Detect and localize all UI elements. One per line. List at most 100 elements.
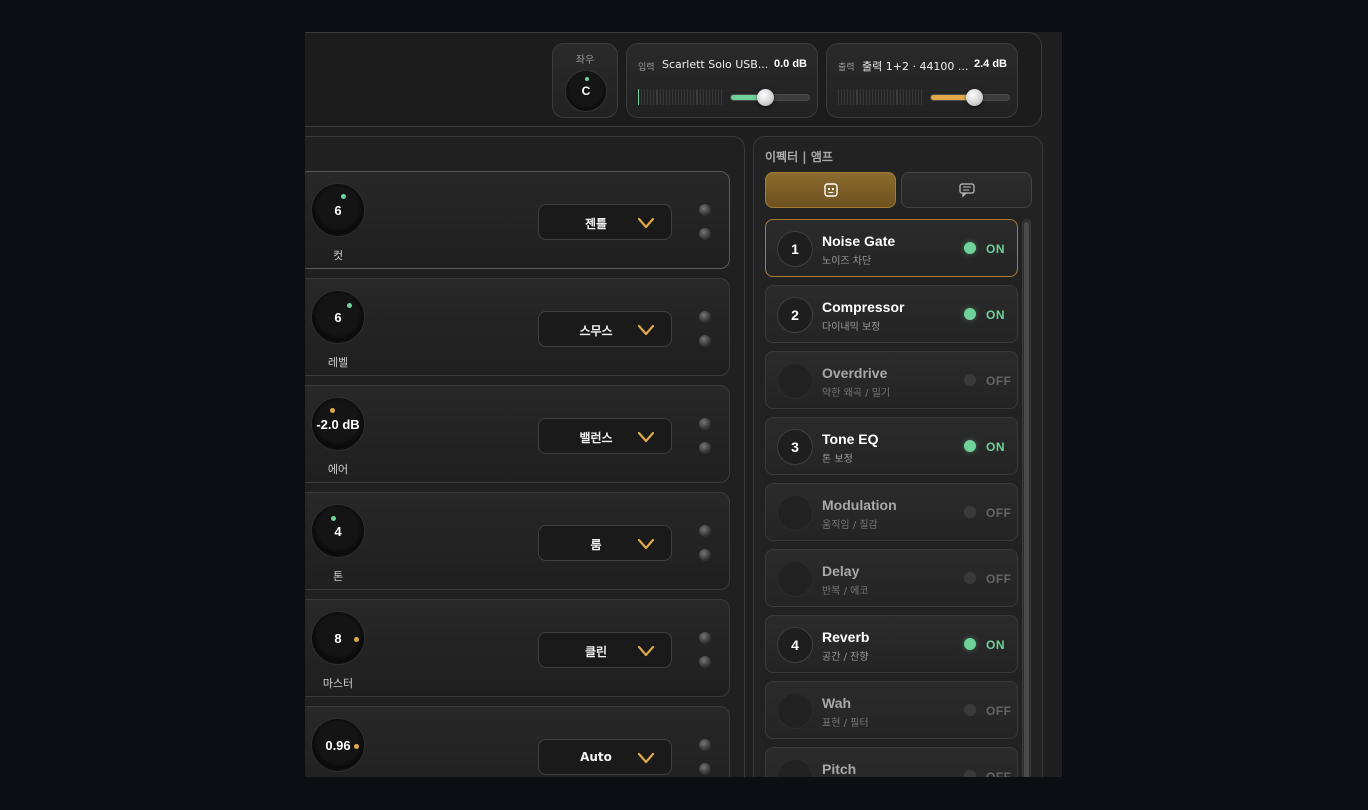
effect-toggle-led[interactable] [964,638,976,650]
control-select[interactable]: 룸 [538,525,672,561]
meter-bar [674,89,677,105]
effect-item-overdrive[interactable]: Overdrive 약한 왜곡 / 밀기 OFF [765,351,1018,409]
effects-scrollbar[interactable] [1022,219,1031,777]
effect-item-tone-eq[interactable]: 3 Tone EQ 톤 보정 ON [765,417,1018,475]
control-select[interactable]: 클린 [538,632,672,668]
output-gain-slider[interactable] [930,89,1010,106]
input-gain-slider[interactable] [730,89,810,106]
control-knob[interactable]: 6 [311,290,365,344]
meter-bar [668,89,670,105]
control-knob[interactable]: 0.96 [311,718,365,772]
chevron-down-icon [637,217,655,229]
control-knob[interactable]: 8 [311,611,365,665]
control-row: 0.96 Auto [305,706,730,777]
control-knob[interactable]: 4 [311,504,365,558]
control-select[interactable]: Auto [538,739,672,775]
meter-bar [705,89,707,105]
input-slider-thumb[interactable] [757,89,775,106]
effect-item-delay[interactable]: Delay 반복 / 에코 OFF [765,549,1018,607]
effect-item-modulation[interactable]: Modulation 움직임 / 질감 OFF [765,483,1018,541]
meter-bar [847,89,849,105]
effect-order: 4 [777,627,813,663]
control-knob[interactable]: 6 [311,183,365,237]
meter-bar [893,89,895,105]
status-led [699,418,711,430]
knob-indicator [354,637,359,642]
meter-bar [902,89,904,105]
effect-toggle-led[interactable] [964,440,976,452]
input-level-meter [638,89,723,105]
control-row: 8 마스터 클린 [305,599,730,697]
effect-state[interactable]: ON [986,308,1005,322]
effect-name: Overdrive [822,365,888,381]
control-select[interactable]: 밸런스 [538,418,672,454]
meter-bar [684,89,686,105]
pan-value: C [581,84,591,98]
meter-bar [896,89,898,105]
knob-indicator [331,516,336,521]
output-slider-thumb[interactable] [965,89,983,106]
effect-toggle-led[interactable] [964,770,976,777]
status-led [699,204,711,216]
knob-indicator [330,408,335,413]
effect-toggle-led[interactable] [964,308,976,320]
select-value: 젠틀 [584,217,608,231]
top-bar: 좌우 C 입력 Scarlett Solo USB... 0.0 dB 출력 출… [305,32,1042,127]
amp-face-icon [823,183,838,197]
meter-bar [921,89,923,105]
effect-state[interactable]: OFF [986,374,1012,388]
meter-bar [853,89,855,105]
effect-toggle-led[interactable] [964,704,976,716]
effect-state[interactable]: ON [986,440,1005,454]
effect-toggle-led[interactable] [964,242,976,254]
meter-bar [702,89,704,105]
effect-order [777,363,813,399]
effect-state[interactable]: ON [986,242,1005,256]
input-device[interactable]: Scarlett Solo USB... [662,58,768,71]
pan-control: 좌우 C [552,43,618,118]
effects-list: 1 Noise Gate 노이즈 차단 ON 2 Compressor 다이내믹 보정 ON… [765,219,1018,777]
control-select[interactable]: 스무스 [538,311,672,347]
effect-toggle-led[interactable] [964,506,976,518]
control-knob[interactable]: -2.0 dB [311,397,365,451]
effect-name: Pitch [822,761,857,777]
meter-bar [838,89,840,105]
effect-toggle-led[interactable] [964,374,976,386]
tab-chat[interactable] [901,172,1032,208]
effects-panel: 이펙터 | 앰프 1 Noise Gate 노이즈 차단 ON 2 Compressor… [753,136,1043,777]
effect-name: Delay [822,563,860,579]
effect-item-pitch[interactable]: Pitch OFF [765,747,1018,777]
effect-description: 반복 / 에코 [822,586,869,597]
status-led [699,763,711,775]
output-device[interactable]: 출력 1+2 · 44100 ... [862,58,968,74]
effect-name: Compressor [822,299,905,315]
amp-app: 좌우 C 입력 Scarlett Solo USB... 0.0 dB 출력 출… [305,32,1062,777]
effect-description: 공간 / 잔향 [822,652,869,663]
effect-state[interactable]: OFF [986,770,1012,777]
effect-order [777,693,813,729]
meter-bar [890,89,892,105]
effect-state[interactable]: OFF [986,572,1012,586]
effect-item-noise-gate[interactable]: 1 Noise Gate 노이즈 차단 ON [765,219,1018,277]
effect-state[interactable]: ON [986,638,1005,652]
effects-scroll-thumb[interactable] [1024,222,1029,777]
meter-bar [914,89,917,105]
pan-knob[interactable]: C [565,70,607,112]
effect-state[interactable]: OFF [986,506,1012,520]
knob-label: 컷 [332,249,344,262]
effect-state[interactable]: OFF [986,704,1012,718]
effect-description: 표현 / 필터 [822,718,869,729]
meter-bar [678,89,680,105]
chat-bubble-icon [958,183,975,198]
meter-bar [714,89,717,105]
effect-item-compressor[interactable]: 2 Compressor 다이내믹 보정 ON [765,285,1018,343]
effect-toggle-led[interactable] [964,572,976,584]
effect-name: Noise Gate [822,233,896,249]
effect-item-reverb[interactable]: 4 Reverb 공간 / 잔향 ON [765,615,1018,673]
tab-amp[interactable] [765,172,896,208]
meter-bar [696,89,698,105]
effect-item-wah[interactable]: Wah 표현 / 필터 OFF [765,681,1018,739]
control-select[interactable]: 젠틀 [538,204,672,240]
select-value: Auto [580,750,612,764]
meter-bar [850,89,852,105]
